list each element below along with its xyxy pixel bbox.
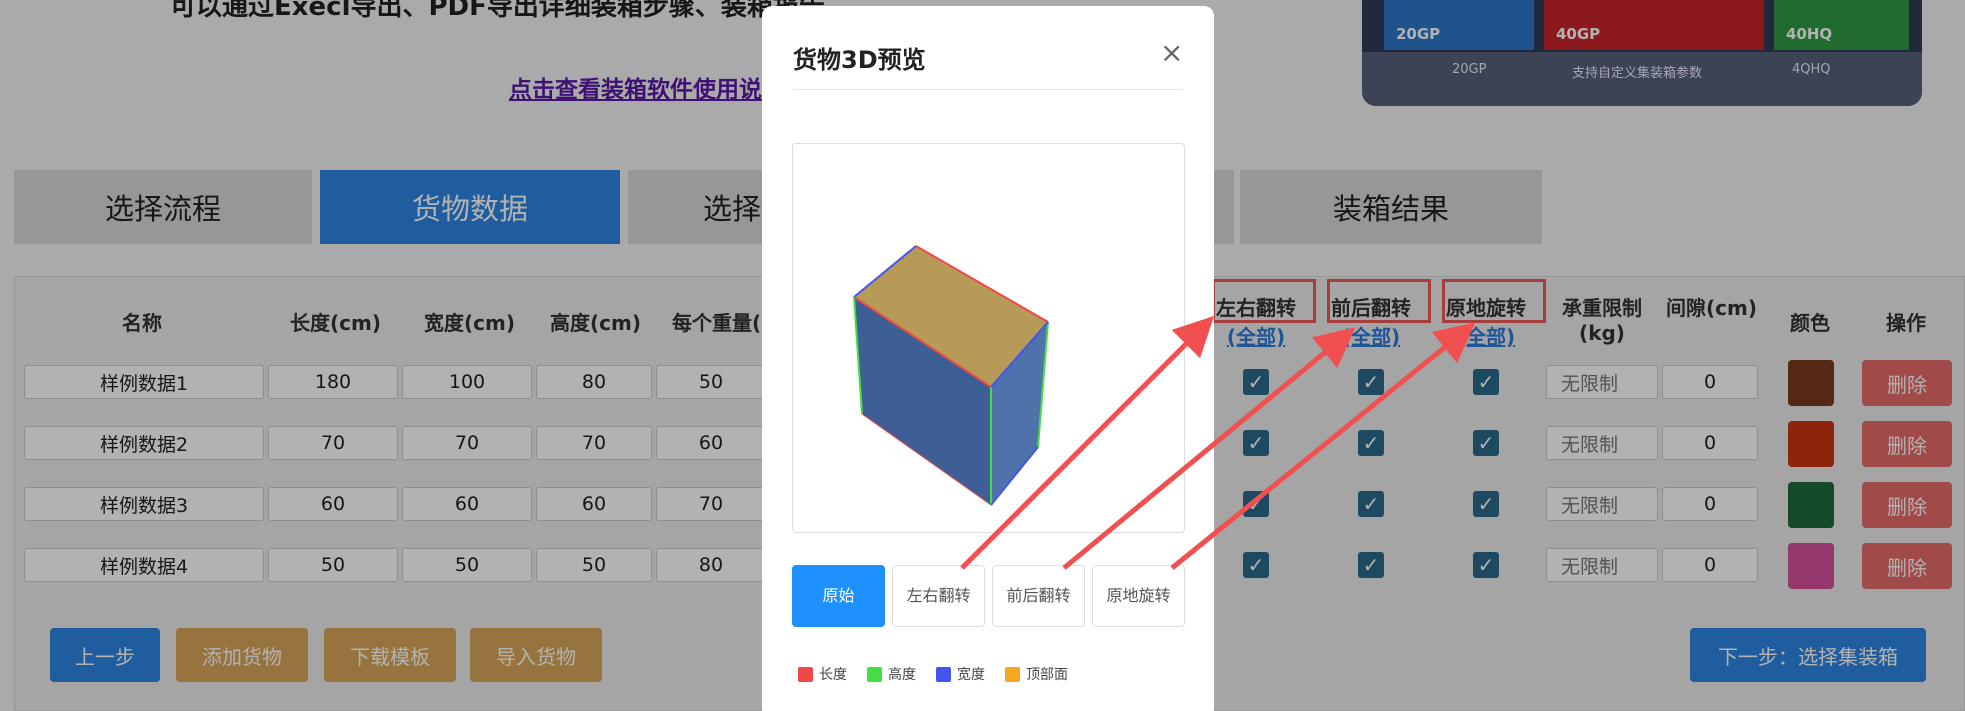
arrow-flip-lr [960,315,1215,570]
arrow-rotate [1170,322,1476,570]
arrow-flip-fb [1062,327,1356,570]
annotation-arrows [960,315,1476,570]
